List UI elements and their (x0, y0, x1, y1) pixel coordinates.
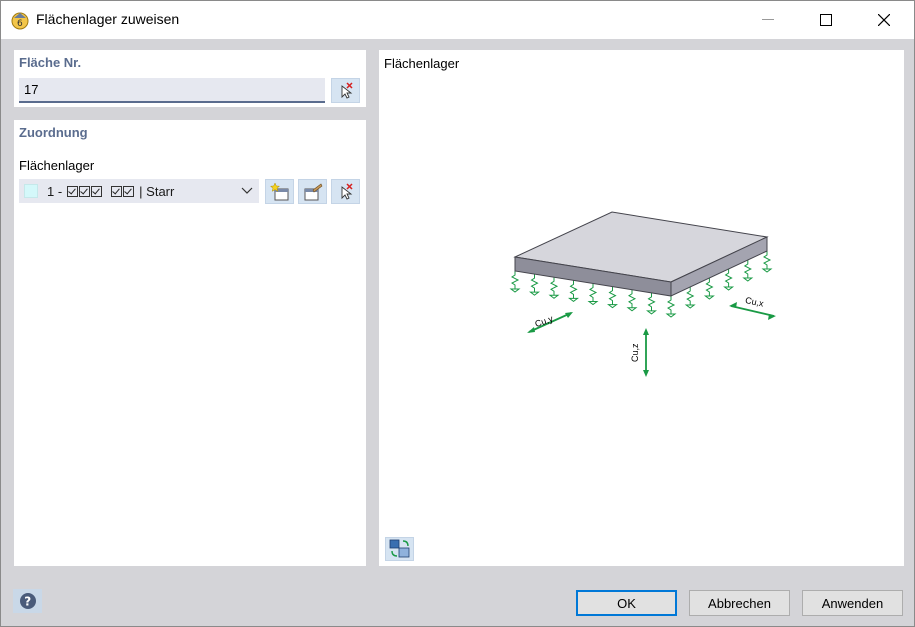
spring-icon (548, 277, 560, 299)
new-support-button[interactable] (265, 179, 294, 204)
spring-icon (509, 271, 521, 293)
cux-arrowhead-b (768, 314, 776, 320)
pick-face-button[interactable] (331, 78, 360, 103)
support-color-swatch (24, 184, 38, 198)
cux-arrowhead-a (729, 302, 737, 308)
edit-support-button[interactable] (298, 179, 327, 204)
spring-icon (587, 283, 599, 306)
checkbox-icon (79, 185, 91, 197)
close-button[interactable] (855, 1, 913, 39)
spring-icon (703, 278, 715, 300)
face-panel: Fläche Nr. (14, 50, 366, 107)
spring-icon (723, 269, 735, 291)
cuy-arrowhead-a (527, 327, 535, 333)
chevron-down-icon (241, 187, 253, 194)
cuy-arrowhead-b (565, 312, 573, 318)
cuy-label: Cu,y (534, 313, 555, 329)
window-title: Flächenlager zuweisen (36, 11, 180, 27)
pick-cursor-icon (341, 182, 353, 200)
support-preview-graphic: Cu,y Cu,x Cu,z (509, 211, 776, 377)
face-number-input[interactable] (19, 78, 325, 103)
spring-icon (761, 251, 773, 273)
maximize-button[interactable] (797, 1, 855, 39)
edit-item-icon (304, 183, 322, 200)
view-change-icon (389, 539, 409, 558)
checkbox-icon (67, 185, 79, 197)
minimize-button[interactable] (739, 1, 797, 39)
close-icon (878, 14, 890, 26)
help-icon: ? (19, 593, 36, 609)
spring-icon (568, 280, 579, 302)
minimize-icon (762, 19, 774, 20)
dialog-window: 6 Flächenlager zuweisen Fläche Nr. Zuord… (0, 0, 915, 627)
apply-button[interactable]: Anwenden (802, 590, 903, 616)
spring-icon (684, 287, 696, 309)
support-select-value: 1 - | Starr (47, 184, 174, 199)
preview-panel: Flächenlager Cu,y Cu,x Cu,z (379, 50, 904, 566)
assignment-section-title: Zuordnung (19, 125, 88, 140)
surface-support-select[interactable]: 1 - | Starr (19, 179, 259, 203)
checkbox-icon (91, 185, 103, 197)
new-item-icon (269, 182, 288, 200)
spring-icon (626, 289, 638, 312)
maximize-icon (820, 14, 832, 26)
cux-label: Cu,x (744, 295, 765, 309)
cux-arrow (730, 305, 775, 317)
ok-button[interactable]: OK (576, 590, 677, 616)
cancel-button[interactable]: Abbrechen (689, 590, 790, 616)
help-button[interactable]: ? (13, 589, 42, 613)
title-bar: 6 Flächenlager zuweisen (1, 1, 914, 39)
pick-cursor-icon (341, 81, 353, 99)
support-type: | Starr (139, 183, 175, 199)
view-change-button[interactable] (385, 537, 414, 561)
svg-text:6: 6 (17, 19, 23, 29)
spring-icon (607, 286, 618, 309)
spring-icon (529, 274, 540, 296)
cuz-arrowhead-a (643, 328, 649, 335)
checkbox-icon (111, 185, 123, 197)
support-number: 1 - (47, 183, 63, 199)
checkbox-icon (123, 185, 135, 197)
surface-support-label: Flächenlager (19, 158, 95, 173)
spring-icon (646, 292, 657, 315)
cuz-arrowhead-b (643, 370, 649, 377)
assignment-panel: Zuordnung Flächenlager 1 - | Starr (14, 120, 366, 566)
cuz-label: Cu,z (630, 343, 640, 362)
svg-text:?: ? (24, 595, 31, 609)
spring-icon (742, 260, 754, 282)
pick-support-button[interactable] (331, 179, 360, 204)
spring-icon (665, 296, 677, 318)
app-icon: 6 (11, 12, 29, 30)
face-section-title: Fläche Nr. (19, 55, 82, 70)
